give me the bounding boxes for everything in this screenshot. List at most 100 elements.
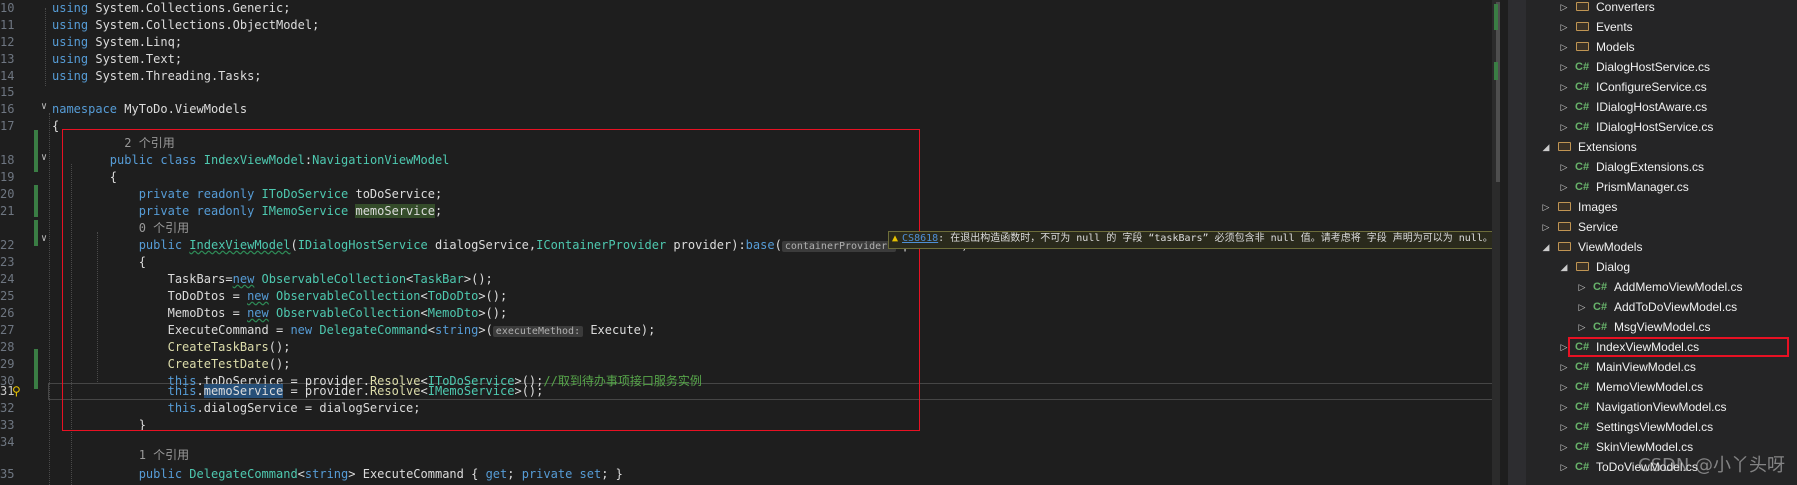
expanded-arrow-icon[interactable]: ◢ <box>1540 137 1552 157</box>
tree-item[interactable]: ▷ Models <box>1526 37 1797 57</box>
tree-item[interactable]: ▷ C# DialogExtensions.cs <box>1526 157 1797 177</box>
editor-scrollbar[interactable] <box>1492 0 1500 485</box>
line-number: 26 <box>0 306 15 320</box>
folder-icon <box>1558 142 1571 151</box>
code-line: { <box>52 119 60 133</box>
collapsed-arrow-icon[interactable]: ▷ <box>1576 297 1588 317</box>
collapsed-arrow-icon[interactable]: ▷ <box>1558 57 1570 77</box>
collapsed-arrow-icon[interactable]: ▷ <box>1558 357 1570 377</box>
collapsed-arrow-icon[interactable]: ▷ <box>1558 377 1570 397</box>
expanded-arrow-icon[interactable]: ◢ <box>1540 237 1552 257</box>
collapsed-arrow-icon[interactable]: ▷ <box>1558 37 1570 57</box>
codelens[interactable]: 1 个引用 <box>52 447 189 464</box>
tree-item[interactable]: ◢ ViewModels <box>1526 237 1797 257</box>
tree-item-label: MemoViewModel.cs <box>1596 380 1704 394</box>
collapsed-arrow-icon[interactable]: ▷ <box>1558 17 1570 37</box>
watermark: CSDN @小丫头呀 <box>1638 455 1786 476</box>
collapsed-arrow-icon[interactable]: ▷ <box>1558 417 1570 437</box>
csharp-file-icon: C# <box>1575 161 1590 173</box>
tree-item[interactable]: ▷ C# PrismManager.cs <box>1526 177 1797 197</box>
tree-item[interactable]: ▷ C# MainViewModel.cs <box>1526 357 1797 377</box>
collapsed-arrow-icon[interactable]: ▷ <box>1558 177 1570 197</box>
csharp-file-icon: C# <box>1575 81 1590 93</box>
tree-item-label: Dialog <box>1596 260 1631 274</box>
collapsed-arrow-icon[interactable]: ▷ <box>1558 337 1570 357</box>
collapsed-arrow-icon[interactable]: ▷ <box>1540 217 1552 237</box>
tree-item[interactable]: ▷ C# DialogHostService.cs <box>1526 57 1797 77</box>
code-line: public DelegateCommand<string> ExecuteCo… <box>138 467 623 481</box>
collapsed-arrow-icon[interactable]: ▷ <box>1558 457 1570 477</box>
collapsed-arrow-icon[interactable]: ▷ <box>1558 97 1570 117</box>
folder-icon <box>1576 262 1589 271</box>
tree-item[interactable]: ▷ Service <box>1526 217 1797 237</box>
tree-item[interactable]: ▷ C# AddMemoViewModel.cs <box>1526 277 1797 297</box>
tree-item[interactable]: ▷ Events <box>1526 17 1797 37</box>
change-marker <box>34 349 38 389</box>
line-number: 32 <box>0 401 15 415</box>
collapsed-arrow-icon[interactable]: ▷ <box>1576 317 1588 337</box>
collapsed-arrow-icon[interactable]: ▷ <box>1558 437 1570 457</box>
indent-guide <box>45 8 46 86</box>
folder-icon <box>1558 242 1571 251</box>
line-number: 24 <box>0 272 15 286</box>
lightbulb-icon[interactable]: ⚲ <box>12 385 21 397</box>
tree-item[interactable]: ◢ Dialog <box>1526 257 1797 277</box>
tree-item[interactable]: ▷ C# IDialogHostAware.cs <box>1526 97 1797 117</box>
folder-icon <box>1576 42 1589 51</box>
code-editor[interactable]: 10 11 12 13 14 15 16 17 18 19 20 21 22 23 24 25 26 27 28 29… <box>0 0 1500 485</box>
collapsed-arrow-icon[interactable]: ▷ <box>1558 397 1570 417</box>
csharp-file-icon: C# <box>1575 341 1590 353</box>
panel-splitter[interactable] <box>1508 0 1526 485</box>
collapsed-arrow-icon[interactable]: ▷ <box>1540 197 1552 217</box>
line-number: 34 <box>0 435 15 449</box>
fold-chevron-icon[interactable]: ∨ <box>38 152 50 164</box>
line-number: 23 <box>0 255 15 269</box>
tree-item[interactable]: ▷ C# MsgViewModel.cs <box>1526 317 1797 337</box>
line-number: 21 <box>0 204 15 218</box>
collapsed-arrow-icon[interactable]: ▷ <box>1576 277 1588 297</box>
warning-inline-hint[interactable]: ▲ CS8618: 在退出构造函数时，不可为 null 的 字段 “taskBar… <box>888 231 1497 249</box>
code-line: namespace MyToDo.ViewModels <box>52 102 248 116</box>
tree-item[interactable]: ▷ Converters <box>1526 0 1797 17</box>
tree-item-label: IDialogHostService.cs <box>1596 120 1714 134</box>
tree-item-label: SettingsViewModel.cs <box>1596 420 1714 434</box>
tree-item[interactable]: ▷ Images <box>1526 197 1797 217</box>
tree-item[interactable]: ◢ Extensions <box>1526 137 1797 157</box>
csharp-file-icon: C# <box>1575 381 1590 393</box>
csharp-file-icon: C# <box>1575 61 1590 73</box>
warning-message: : 在退出构造函数时，不可为 null 的 字段 “taskBars” 必须包含… <box>938 233 1493 244</box>
line-number: 18 <box>0 153 15 167</box>
collapsed-arrow-icon[interactable]: ▷ <box>1558 77 1570 97</box>
warning-icon: ▲ <box>892 233 899 244</box>
expanded-arrow-icon[interactable]: ◢ <box>1558 257 1570 277</box>
tree-item[interactable]: ▷ C# SettingsViewModel.cs <box>1526 417 1797 437</box>
tree-item-label: AddMemoViewModel.cs <box>1614 280 1743 294</box>
solution-explorer[interactable]: ▷ Converters ▷ Events ▷ Models ▷ C# DialogHostSe… <box>1526 0 1797 485</box>
line-number: 25 <box>0 289 15 303</box>
line-number: 13 <box>0 52 15 66</box>
csharp-file-icon: C# <box>1575 101 1590 113</box>
line-number: 17 <box>0 119 15 133</box>
line-number: 12 <box>0 35 15 49</box>
tree-item-label: NavigationViewModel.cs <box>1596 400 1727 414</box>
csharp-file-icon: C# <box>1575 361 1590 373</box>
indent-guide <box>49 113 50 485</box>
tree-item-label: IndexViewModel.cs <box>1596 340 1700 354</box>
tree-item-label: Extensions <box>1578 140 1637 154</box>
collapsed-arrow-icon[interactable]: ▷ <box>1558 117 1570 137</box>
tree-item[interactable]: ▷ C# NavigationViewModel.cs <box>1526 397 1797 417</box>
tree-item[interactable]: ▷ C# AddToDoViewModel.cs <box>1526 297 1797 317</box>
collapsed-arrow-icon[interactable]: ▷ <box>1558 157 1570 177</box>
tree-item[interactable]: ▷ C# IDialogHostService.cs <box>1526 117 1797 137</box>
highlight-box <box>62 129 920 431</box>
collapsed-arrow-icon[interactable]: ▷ <box>1558 0 1570 17</box>
tree-item[interactable]: ▷ C# MemoViewModel.cs <box>1526 377 1797 397</box>
csharp-file-icon: C# <box>1575 181 1590 193</box>
tree-item[interactable]: ▷ C# IConfigureService.cs <box>1526 77 1797 97</box>
tree-item-label: MsgViewModel.cs <box>1614 320 1711 334</box>
warning-code-link[interactable]: CS8618 <box>902 233 938 244</box>
fold-chevron-icon[interactable]: ∨ <box>38 233 50 245</box>
fold-chevron-icon[interactable]: ∨ <box>38 101 50 113</box>
folder-icon <box>1576 22 1589 31</box>
tree-item[interactable]: ▷ C# IndexViewModel.cs <box>1561 337 1789 357</box>
